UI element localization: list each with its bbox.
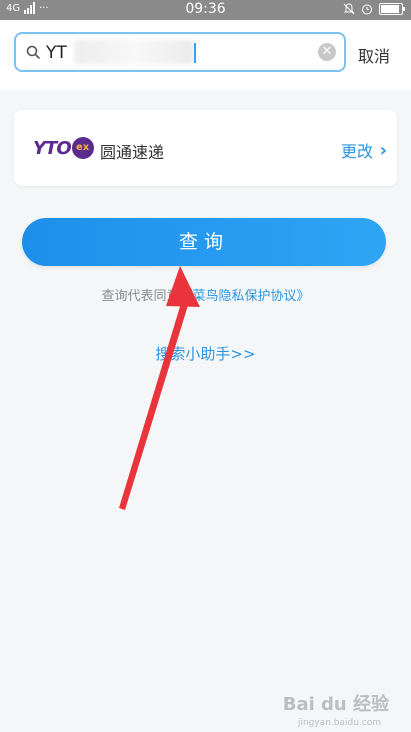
redacted-tracking-number [74, 40, 194, 64]
yto-logo-text: YTO [33, 137, 72, 159]
cancel-button[interactable]: 取消 [358, 43, 390, 67]
search-value: YT [46, 43, 67, 63]
status-right [343, 3, 405, 15]
search-input[interactable]: YT ✕ [14, 32, 346, 72]
agreement-prefix: 查询代表同意 [101, 289, 180, 304]
privacy-agreement: 查询代表同意《菜鸟隐私保护协议》 [0, 285, 411, 304]
baidu-watermark-sub: jingyan.baidu.com [297, 718, 381, 728]
search-icon [26, 45, 40, 59]
query-button[interactable]: 查询 [22, 218, 386, 266]
status-bar: 4G ··· 09:36 [0, 0, 411, 20]
change-courier-link[interactable]: 更改 [341, 138, 373, 162]
text-cursor [194, 43, 196, 63]
search-header: YT ✕ 取消 [0, 20, 411, 90]
privacy-policy-link[interactable]: 《菜鸟隐私保护协议》 [180, 289, 310, 304]
alarm-icon [362, 4, 372, 15]
battery-icon [379, 3, 405, 15]
chevron-right-icon[interactable]: › [380, 140, 387, 161]
baidu-watermark: Bai du 经验 [282, 694, 389, 715]
silent-bell-icon [343, 3, 355, 15]
courier-name: 圆通速递 [100, 143, 165, 162]
yto-logo-mark: ex [71, 137, 94, 159]
yto-logo: YTO ex [33, 136, 94, 160]
clear-icon[interactable]: ✕ [318, 43, 336, 61]
search-helper-link[interactable]: 搜索小助手>> [0, 343, 411, 364]
courier-card[interactable]: YTO ex 圆通速递 更改 › [14, 110, 397, 186]
